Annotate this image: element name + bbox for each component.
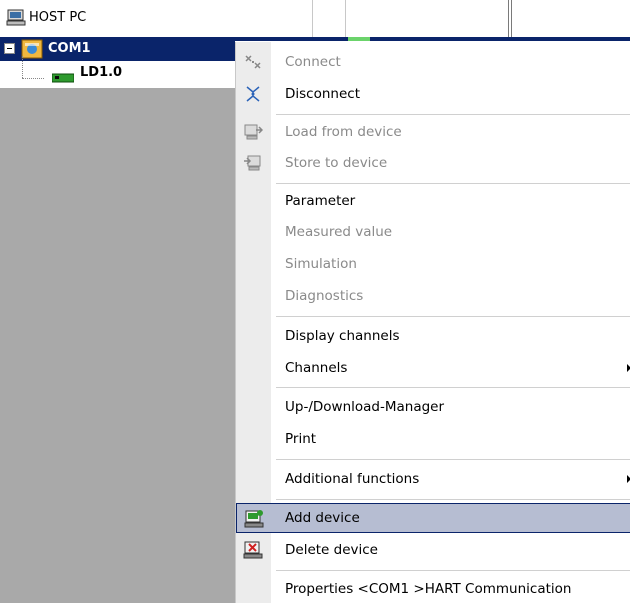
menu-item-store-to-device[interactable]: Store to device	[236, 148, 630, 178]
status-indicator	[348, 37, 370, 41]
tree-empty-area	[0, 88, 235, 603]
menu-item-label: Store to device	[285, 155, 388, 171]
menu-item-measured-value[interactable]: Measured value	[236, 217, 630, 247]
collapse-icon[interactable]	[4, 43, 15, 54]
menu-item-label: Display channels	[285, 328, 400, 344]
tree-item-com1[interactable]: COM1	[0, 37, 235, 61]
com-port-icon	[21, 39, 43, 63]
menu-separator	[276, 183, 630, 184]
column-divider	[508, 0, 509, 40]
menu-item-label: Add device	[285, 510, 360, 526]
menu-item-label: Parameter	[285, 193, 356, 209]
menu-item-label: Simulation	[285, 256, 357, 272]
column-divider	[511, 0, 512, 40]
menu-item-label: Connect	[285, 54, 341, 70]
menu-item-label: Measured value	[285, 224, 393, 240]
connect-icon	[242, 52, 264, 72]
menu-separator	[276, 570, 630, 571]
store-to-device-icon	[242, 153, 264, 173]
menu-item-display-channels[interactable]: Display channels	[236, 321, 630, 351]
menu-item-label: Up-/Download-Manager	[285, 399, 445, 415]
delete-device-icon	[242, 540, 264, 560]
menu-item-simulation[interactable]: Simulation	[236, 249, 630, 279]
menu-separator	[276, 387, 630, 388]
menu-item-updownload-manager[interactable]: Up-/Download-Manager	[236, 392, 630, 422]
menu-item-label: Properties <COM1 >HART Communication	[285, 581, 572, 597]
menu-item-label: Diagnostics	[285, 288, 364, 304]
menu-item-label: Print	[285, 431, 317, 447]
menu-item-delete-device[interactable]: Delete device	[236, 535, 630, 565]
table-header-area	[235, 0, 630, 40]
tree-item-ld1[interactable]: LD1.0	[0, 63, 235, 87]
disconnect-icon	[242, 84, 264, 104]
menu-separator	[276, 499, 630, 500]
menu-item-label: Additional functions	[285, 471, 420, 487]
context-menu: Connect Disconnect Load from device Stor…	[235, 42, 630, 603]
menu-item-channels[interactable]: Channels	[236, 353, 630, 383]
menu-item-label: Delete device	[285, 542, 378, 558]
menu-item-diagnostics[interactable]: Diagnostics	[236, 281, 630, 311]
tree-item-label: LD1.0	[80, 65, 123, 80]
menu-separator	[276, 459, 630, 460]
menu-item-label: Channels	[285, 360, 348, 376]
menu-separator	[276, 316, 630, 317]
device-icon	[51, 72, 75, 87]
menu-item-load-from-device[interactable]: Load from device	[236, 117, 630, 147]
menu-item-connect[interactable]: Connect	[236, 47, 630, 77]
tree-item-label: HOST PC	[29, 10, 87, 25]
menu-item-label: Disconnect	[285, 86, 360, 102]
device-tree: HOST PC COM1 LD1.0	[0, 0, 235, 603]
menu-separator	[276, 114, 630, 115]
computer-icon	[6, 9, 26, 31]
tree-item-host-pc[interactable]: HOST PC	[0, 6, 235, 30]
menu-item-additional-functions[interactable]: Additional functions	[236, 464, 630, 494]
menu-item-disconnect[interactable]: Disconnect	[236, 79, 630, 109]
selection-band	[235, 37, 630, 41]
column-divider	[312, 0, 313, 40]
tree-item-label: COM1	[48, 41, 91, 56]
column-divider	[345, 0, 346, 40]
menu-item-print[interactable]: Print	[236, 424, 630, 454]
load-from-device-icon	[242, 122, 264, 142]
menu-item-parameter[interactable]: Parameter	[236, 186, 630, 216]
menu-item-label: Load from device	[285, 124, 402, 140]
menu-item-properties[interactable]: Properties <COM1 >HART Communication	[236, 574, 630, 603]
menu-item-add-device[interactable]: Add device	[236, 503, 630, 533]
add-device-icon	[243, 509, 265, 529]
